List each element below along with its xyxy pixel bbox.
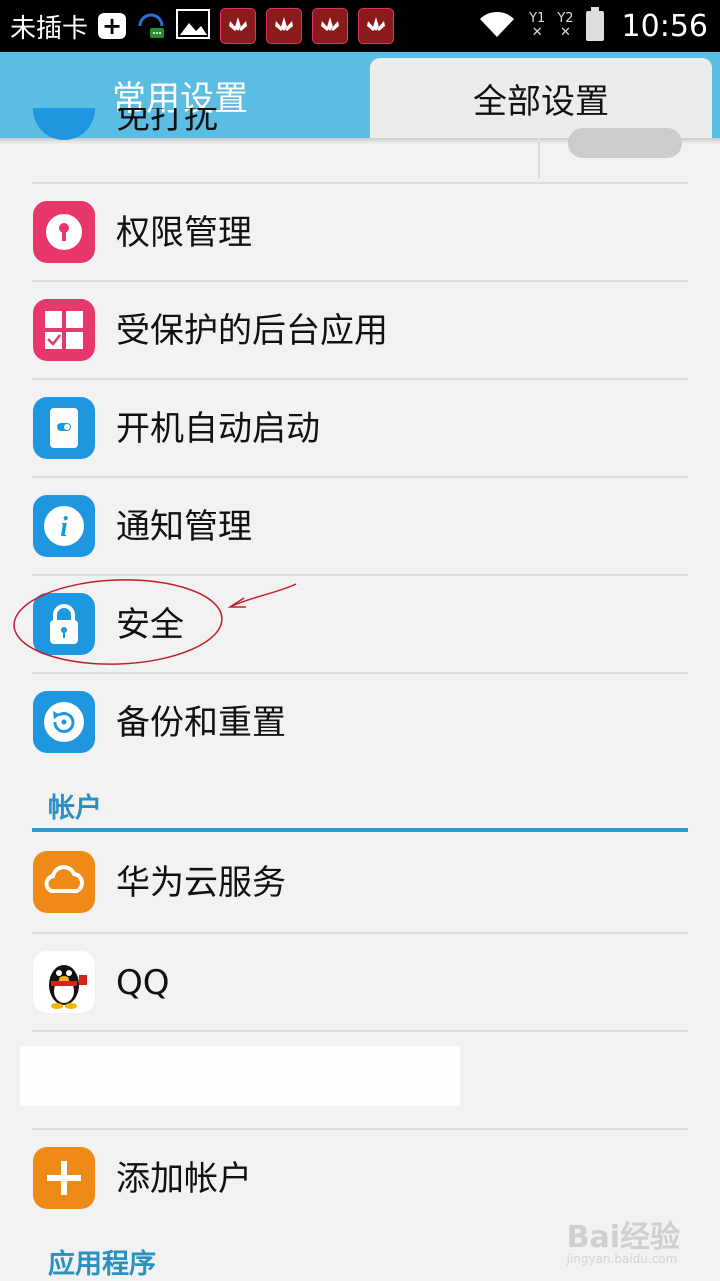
clock: 10:56 [621, 8, 708, 44]
protected-apps-icon [33, 299, 95, 361]
list-item-label: 备份和重置 [116, 703, 286, 743]
battery-icon [585, 7, 604, 41]
lock-icon [33, 593, 95, 655]
section-header-apps: 应用程序 [48, 1249, 156, 1280]
backup-icon [33, 691, 95, 753]
status-bar: 未插卡 + Y1 ✕ Y2 ✕ 10:56 [0, 0, 720, 52]
list-item-label: QQ [116, 963, 170, 1003]
section-header-accounts: 帐户 [48, 793, 102, 824]
list-item-redacted-account[interactable] [0, 1032, 720, 1130]
qq-penguin-icon [33, 951, 95, 1013]
list-item-auto-start[interactable]: 开机自动启动 [0, 380, 720, 478]
list-item-do-not-disturb[interactable]: 免打扰 [0, 108, 720, 178]
auto-start-icon [33, 397, 95, 459]
svg-text:i: i [60, 512, 68, 543]
plus-icon [33, 1147, 95, 1209]
list-item-label: 通知管理 [116, 507, 252, 547]
huawei-app-icon [312, 8, 349, 44]
huawei-app-icon [266, 8, 303, 44]
section-divider [32, 828, 688, 832]
list-item-security[interactable]: 安全 [0, 576, 720, 674]
list-item-label: 安全 [116, 605, 184, 645]
info-icon: i [33, 495, 95, 557]
list-item-huawei-cloud[interactable]: 华为云服务 [0, 834, 720, 932]
wifi-icon [477, 9, 517, 43]
list-item-label: 华为云服务 [116, 863, 286, 903]
add-icon: + [98, 13, 127, 39]
divider-vertical [538, 138, 540, 178]
key-icon [33, 201, 95, 263]
baidu-watermark: Bai经验 jingyan.baidu.com [566, 1220, 680, 1266]
list-item-label: 受保护的后台应用 [116, 311, 388, 351]
image-icon [176, 9, 211, 43]
dnd-toggle[interactable] [568, 128, 682, 158]
list-item-label: 添加帐户 [116, 1159, 252, 1199]
list-item-label: 开机自动启动 [116, 409, 320, 449]
carrier-label: 未插卡 [10, 13, 89, 44]
redacted-area [20, 1046, 460, 1106]
list-item-protected-apps[interactable]: 受保护的后台应用 [0, 282, 720, 380]
moon-icon [33, 108, 95, 140]
list-item-permissions[interactable]: 权限管理 [0, 184, 720, 282]
headset-icon [136, 6, 166, 46]
huawei-app-icon [220, 8, 257, 44]
list-item-label: 免打扰 [116, 108, 218, 137]
list-item-qq[interactable]: QQ [0, 934, 720, 1032]
sim1-status: Y1 ✕ [529, 11, 546, 40]
sim2-status: Y2 ✕ [557, 11, 574, 40]
list-item-notifications[interactable]: i 通知管理 [0, 478, 720, 576]
list-item-backup-reset[interactable]: 备份和重置 [0, 674, 720, 772]
cloud-icon [33, 851, 95, 913]
list-item-label: 权限管理 [116, 213, 252, 253]
huawei-app-icon [358, 8, 395, 44]
